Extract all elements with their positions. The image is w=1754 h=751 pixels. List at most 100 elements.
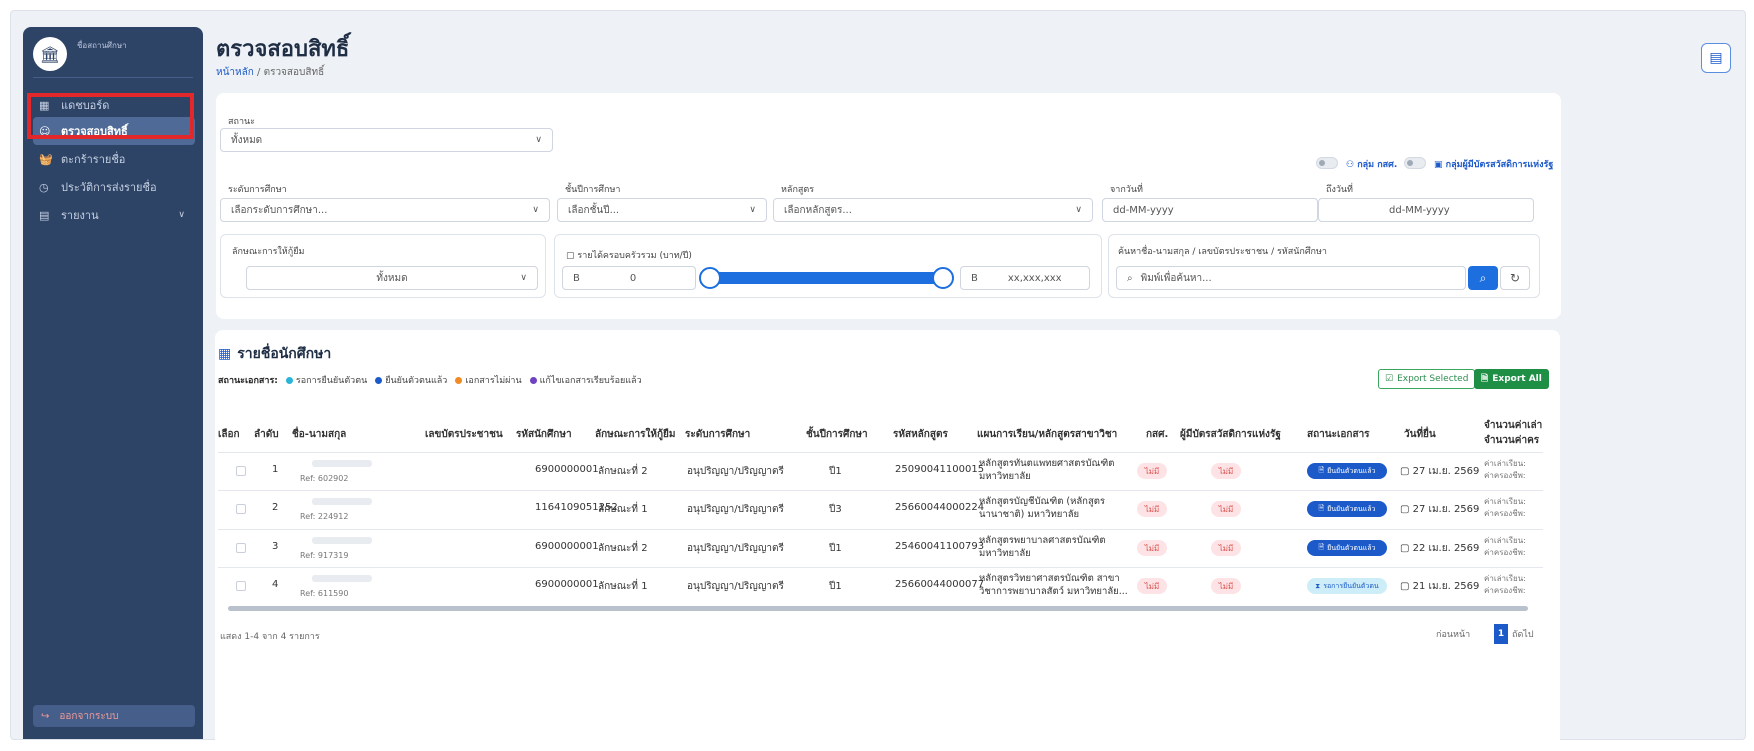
- from-date-label: จากวันที่: [1110, 185, 1143, 195]
- income-max-handle[interactable]: [932, 267, 954, 289]
- income-min-input[interactable]: B 0: [562, 266, 696, 290]
- prev-page-button[interactable]: ก่อนหน้า: [1436, 624, 1470, 644]
- doc-status-badge[interactable]: ⧗ รอการยืนยันตัวตน: [1307, 578, 1387, 594]
- chevron-down-icon: ∨: [178, 210, 185, 220]
- basket-icon: 🧺: [39, 152, 53, 166]
- legend-item: เอกสารไม่ผ่าน: [455, 373, 522, 387]
- list-title: ▦ รายชื่อนักศึกษา: [218, 343, 331, 365]
- status-select-value: ทั้งหมด: [231, 134, 263, 146]
- from-date-input[interactable]: dd-MM-yyyy: [1102, 198, 1318, 222]
- gsf-badge: ไม่มี: [1137, 540, 1167, 556]
- row-submit-date: ▢ 27 เม.ย. 2569: [1400, 466, 1480, 477]
- export-all-button[interactable]: 🗎 Export All: [1474, 369, 1549, 389]
- row-checkbox[interactable]: [236, 581, 246, 591]
- file-check-icon: 🗎: [1318, 503, 1325, 512]
- search-icon: ⌕: [1127, 272, 1133, 284]
- row-loan-type: ลักษณะที่ 1: [598, 581, 648, 592]
- refresh-icon: ↻: [1509, 271, 1521, 285]
- report-icon: ▤: [39, 208, 50, 222]
- status-filter-label: สถานะ: [228, 117, 255, 127]
- sidebar-item-basket[interactable]: 🧺 ตะกร้ารายชื่อ: [33, 145, 195, 173]
- next-page-button[interactable]: ถัดไป: [1512, 624, 1534, 644]
- doc-status-legend: สถานะเอกสาร: รอการยืนยันตัวตน ยืนยันตัวต…: [218, 373, 642, 387]
- sidebar-divider: [33, 77, 193, 78]
- status-select[interactable]: ทั้งหมด ∨: [220, 128, 553, 152]
- reset-button[interactable]: ↻: [1500, 266, 1530, 290]
- row-student-id: 6900000001: [535, 464, 599, 475]
- row-student-id: 1164109051252: [535, 502, 618, 513]
- course-select[interactable]: เลือกหลักสูตร... ∨: [773, 198, 1093, 222]
- gsf-badge: ไม่มี: [1137, 501, 1167, 517]
- to-date-placeholder: dd-MM-yyyy: [1389, 204, 1450, 216]
- id-card-icon: ▣: [1434, 160, 1446, 170]
- gsf-badge: ไม่มี: [1137, 463, 1167, 479]
- check-square-icon: ☑: [1385, 374, 1394, 384]
- income-min-handle[interactable]: [699, 267, 721, 289]
- row-student-id: 6900000001: [535, 579, 599, 590]
- redacted-name: [312, 537, 372, 544]
- year-select-placeholder: เลือกชั้นปี...: [568, 204, 620, 216]
- row-checkbox[interactable]: [236, 466, 246, 476]
- doc-status-badge[interactable]: 🗎 ยืนยันตัวตนแล้ว: [1307, 501, 1387, 517]
- loan-type-select[interactable]: ทั้งหมด ∨: [246, 266, 538, 290]
- search-input[interactable]: ⌕ พิมพ์เพื่อค้นหา...: [1116, 266, 1466, 290]
- col-course-code: รหัสหลักสูตร: [893, 429, 948, 440]
- row-year: ปี3: [829, 504, 842, 515]
- col-level: ระดับการศึกษา: [685, 429, 751, 440]
- horizontal-scrollbar[interactable]: [228, 606, 1528, 611]
- row-no: 1: [272, 464, 279, 475]
- row-plan: หลักสูตรทันตแพทยศาสตรบัณฑิต มหาวิทยาลัย: [979, 458, 1115, 482]
- col-no: ลำดับ: [254, 429, 279, 440]
- row-checkbox[interactable]: [236, 504, 246, 514]
- row-year: ปี1: [829, 543, 842, 554]
- hourglass-icon: ⧗: [1315, 581, 1321, 590]
- row-plan: หลักสูตรบัญชีบัณฑิต (หลักสูตรนานาชาติ) ม…: [979, 496, 1106, 520]
- doc-status-badge[interactable]: 🗎 ยืนยันตัวตนแล้ว: [1307, 463, 1387, 479]
- col-plan: แผนการเรียน/หลักสูตรสาขาวิชา: [977, 429, 1118, 440]
- col-name: ชื่อ-นามสกุล: [292, 429, 347, 440]
- logout-button[interactable]: ↪ ออกจากระบบ: [33, 705, 195, 727]
- row-plan: หลักสูตรพยาบาลศาสตรบัณฑิต มหาวิทยาลัย: [979, 535, 1106, 559]
- welfare-group-toggle[interactable]: [1404, 157, 1426, 169]
- breadcrumb-separator: /: [257, 67, 261, 78]
- to-date-input[interactable]: dd-MM-yyyy: [1318, 198, 1534, 222]
- year-filter-label: ชั้นปีการศึกษา: [565, 185, 621, 195]
- gsf-group-toggle[interactable]: [1316, 157, 1338, 169]
- row-checkbox[interactable]: [236, 543, 246, 553]
- col-welfare: ผู้มีบัตรสวัสดิการแห่งรัฐ: [1180, 429, 1281, 440]
- page-1-button[interactable]: 1: [1494, 624, 1508, 644]
- list-title-text: รายชื่อนักศึกษา: [237, 346, 332, 362]
- doc-status-badge[interactable]: 🗎 ยืนยันตัวตนแล้ว: [1307, 540, 1387, 556]
- row-ref: Ref: 224912: [300, 512, 349, 521]
- row-plan: หลักสูตรวิทยาศาสตรบัณฑิต สาขาวิชาการพยาบ…: [979, 573, 1128, 597]
- row-level: อนุปริญญา/ปริญญาตรี: [687, 543, 784, 554]
- income-range-slider[interactable]: [700, 272, 942, 284]
- row-ref: Ref: 917319: [300, 551, 349, 560]
- breadcrumb-home-link[interactable]: หน้าหลัก: [216, 67, 254, 78]
- income-label: ▢ รายได้ครอบครัวรวม (บาท/ปี): [566, 251, 692, 261]
- to-date-label: ถึงวันที่: [1326, 185, 1353, 195]
- calendar-icon: ▢: [1400, 466, 1410, 477]
- row-amounts: ค่าเล่าเรียน: ค่าครองชีพ:: [1484, 536, 1526, 557]
- year-select[interactable]: เลือกชั้นปี... ∨: [557, 198, 767, 222]
- level-select[interactable]: เลือกระดับการศึกษา... ∨: [220, 198, 550, 222]
- file-check-icon: 🗎: [1318, 465, 1325, 474]
- col-loan-type: ลักษณะการให้กู้ยืม: [595, 429, 676, 440]
- row-loan-type: ลักษณะที่ 2: [598, 543, 648, 554]
- sidebar-item-report[interactable]: ▤ รายงาน ∨: [33, 201, 195, 229]
- table-icon: ▦: [218, 346, 232, 362]
- col-select: เลือก: [218, 429, 240, 440]
- loan-type-value: ทั้งหมด: [376, 272, 408, 284]
- calendar-icon: ▢: [1400, 504, 1410, 515]
- welfare-group-toggle-label: ▣ กลุ่มผู้มีบัตรสวัสดิการแห่งรัฐ: [1434, 160, 1554, 170]
- sidebar-item-history[interactable]: ◷ ประวัติการส่งรายชื่อ: [33, 173, 195, 201]
- pagination-summary: แสดง 1-4 จาก 4 รายการ: [220, 632, 320, 642]
- search-button[interactable]: ⌕: [1468, 266, 1498, 290]
- income-max-input[interactable]: B xx,xxx,xxx: [960, 266, 1090, 290]
- course-filter-label: หลักสูตร: [781, 185, 815, 195]
- export-selected-button[interactable]: ☑ Export Selected: [1378, 369, 1476, 389]
- basket-shortcut-button[interactable]: ▤: [1701, 43, 1731, 73]
- page-title: ตรวจสอบสิทธิ์: [216, 37, 350, 62]
- legend-title: สถานะเอกสาร:: [218, 376, 278, 386]
- from-date-placeholder: dd-MM-yyyy: [1113, 204, 1174, 216]
